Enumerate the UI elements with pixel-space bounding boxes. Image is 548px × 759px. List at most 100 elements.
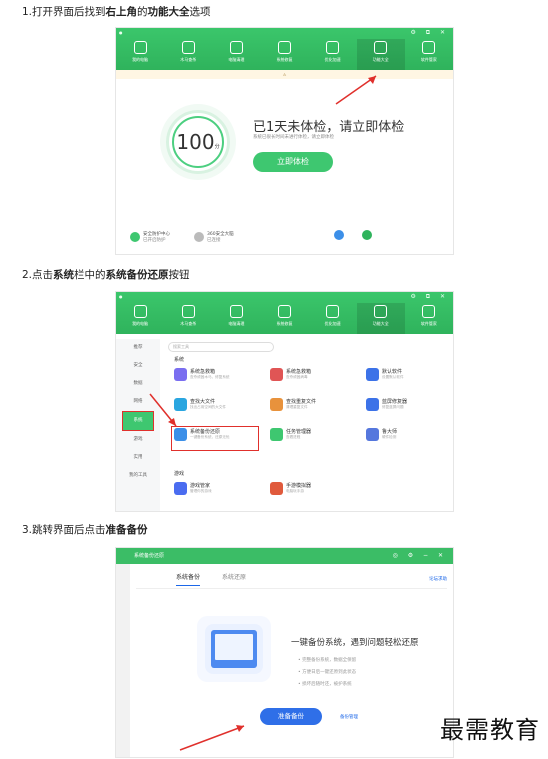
category-sidebar: 推荐 安全 数据 网络 系统 游戏 实用 我的工具: [116, 339, 160, 511]
toolbar-tab-5[interactable]: 功能大全: [356, 303, 405, 334]
toolbar-tab-4[interactable]: 优化加速: [309, 303, 357, 334]
sidebar-item-2[interactable]: 数据: [116, 375, 160, 393]
watermark: 最需教育: [440, 716, 540, 744]
toolbar-tab-0[interactable]: 我的电脑: [116, 39, 164, 70]
app-logo: ●: [119, 30, 123, 35]
notice-bar: ⚠: [116, 70, 453, 79]
tool-item-2[interactable]: 默认软件 设置默认软件: [366, 368, 450, 388]
window-controls[interactable]: ⚙ ⧉ ✕: [410, 293, 449, 301]
score-unit: 分: [214, 143, 220, 150]
game-icon: [174, 482, 187, 495]
tab-backup[interactable]: 系统备份: [176, 572, 201, 586]
tool-item-4[interactable]: 查找重复文件 清理重复文件: [270, 398, 354, 418]
toolbar-label: 木马查杀: [180, 321, 197, 326]
tool-item-1[interactable]: 系统急救箱 查杀顽固病毒: [270, 368, 354, 388]
checkup-headline: 已1天未体检，请立即体检: [253, 120, 405, 135]
toolbar-label: 系统修复: [276, 57, 293, 62]
backup-headline: 一键备份系统，遇到问题轻松还原: [291, 638, 419, 648]
tool-icon-b[interactable]: [362, 230, 372, 240]
tool-icon-a[interactable]: [334, 230, 344, 240]
bullet-2: • 方便日后一键还原到此状态: [298, 670, 357, 675]
screenshot-home: ● ⚙ ⧉ ✕ 我的电脑 木马查杀 电脑清理 系统修复 优化加速 功能大全 软件管家 ⚠ 10…: [116, 28, 453, 254]
toolbar-tab-5[interactable]: 功能大全: [356, 39, 405, 70]
screenshot-backup-window: 系统备份还原 ◎ ⚙ − ✕ 系统备份 系统还原 论坛求助 一键备份系统，遇到问题轻…: [116, 548, 453, 757]
tool-icon: [270, 368, 283, 381]
toolbar-icon: [181, 41, 195, 54]
toolbar-icon: [277, 305, 291, 318]
toolbar-label: 功能大全: [372, 57, 389, 62]
toolbar-tab-1[interactable]: 木马查杀: [164, 39, 212, 70]
tool-item-0[interactable]: 系统急救箱 查杀顽固木马，修复系统: [174, 368, 258, 388]
step-1-caption: 1.打开界面后找到右上角的功能大全选项: [22, 6, 211, 18]
help-link[interactable]: 论坛求助: [429, 576, 447, 582]
step-2-caption: 2.点击系统栏中的系统备份还原按钮: [22, 269, 190, 281]
score-ring: 100 分: [166, 110, 230, 174]
toolbar-label: 电脑清理: [228, 57, 245, 62]
window-title: 系统备份还原: [134, 553, 165, 559]
top-toolbar: ● ⚙ ⧉ ✕ 我的电脑 木马查杀 电脑清理 系统修复 优化加速 功能大全 软件管家: [116, 292, 453, 334]
bullet-3: • 损坏后随时还，被护系统: [298, 682, 352, 687]
sidebar-item-6[interactable]: 实用: [116, 449, 160, 467]
toolbar-tab-3[interactable]: 系统修复: [260, 303, 308, 334]
left-strip: [116, 564, 130, 757]
window-controls[interactable]: ⚙ ⧉ ✕: [410, 29, 449, 37]
feature-brain[interactable]: 360安全大脑 已连接: [194, 231, 234, 243]
toolbar-label: 优化加速: [324, 57, 341, 62]
toolbar-label: 电脑清理: [228, 321, 245, 326]
tool-search-input[interactable]: 搜索工具: [168, 342, 274, 352]
toolbar-label: 软件管家: [420, 57, 437, 62]
tab-restore[interactable]: 系统还原: [222, 572, 246, 581]
toolbar-label: 木马查杀: [180, 57, 197, 62]
toolbar-tab-1[interactable]: 木马查杀: [164, 303, 212, 334]
backup-manage-link[interactable]: 备份管理: [340, 714, 358, 720]
toolbar-tab-6[interactable]: 软件管家: [405, 39, 453, 70]
toolbar-tab-0[interactable]: 我的电脑: [116, 303, 164, 334]
toolbar-tab-2[interactable]: 电脑清理: [212, 39, 260, 70]
toolbar-icon: [374, 41, 388, 54]
toolbar-tab-3[interactable]: 系统修复: [260, 39, 308, 70]
toolbar-icon: [277, 41, 291, 54]
tool-icon: [174, 398, 187, 411]
prepare-backup-button[interactable]: 准备备份: [260, 708, 322, 725]
step-3-caption: 3.跳转界面后点击准备备份: [22, 524, 148, 536]
tool-item-7[interactable]: 任务管理器 查看进程: [270, 428, 354, 448]
toolbar-tab-2[interactable]: 电脑清理: [212, 303, 260, 334]
shield-icon: [130, 232, 140, 242]
sidebar-item-7[interactable]: 我的工具: [116, 467, 160, 485]
toolbar-icon: [229, 41, 243, 54]
tool-item-8[interactable]: 鲁大师 硬件检测: [366, 428, 450, 448]
tool-item-5[interactable]: 蓝屏修复器 修复蓝屏问题: [366, 398, 450, 418]
toolbar-icon: [374, 305, 388, 318]
category-game: 游戏: [174, 471, 185, 477]
category-system: 系统: [174, 357, 185, 363]
game-item-0[interactable]: 游戏管家 管理你的游戏: [174, 482, 258, 502]
toolbar-tab-4[interactable]: 优化加速: [309, 39, 357, 70]
toolbar-icon: [133, 305, 147, 318]
toolbar-icon: [229, 305, 243, 318]
toolbar-tab-6[interactable]: 软件管家: [405, 303, 453, 334]
sidebar-item-3[interactable]: 网络: [116, 393, 160, 411]
app-logo: ●: [119, 294, 123, 299]
tool-item-3[interactable]: 查找大文件 找出占用空间的大文件: [174, 398, 258, 418]
feature-protect[interactable]: 安全防护中心 已开启防护: [130, 231, 170, 243]
sidebar-item-0[interactable]: 推荐: [116, 339, 160, 357]
sidebar-item-5[interactable]: 游戏: [116, 431, 160, 449]
score-value: 100: [176, 130, 215, 154]
sidebar-item-4[interactable]: 系统: [122, 411, 154, 431]
toolbar-label: 我的电脑: [132, 321, 149, 326]
pointer-arrow: [179, 725, 245, 751]
toolbar-icon: [326, 41, 340, 54]
brain-icon: [194, 232, 204, 242]
toolbar-label: 软件管家: [420, 321, 437, 326]
bullet-1: • 完整备份系统，数据全保留: [298, 658, 357, 663]
start-checkup-button[interactable]: 立即体检: [253, 152, 333, 172]
checkup-subline: 系统已很长时间未进行体检，请立即体检: [253, 135, 334, 140]
top-toolbar: ● ⚙ ⧉ ✕ 我的电脑 木马查杀 电脑清理 系统修复 优化加速 功能大全 软件管家: [116, 28, 453, 70]
game-item-1[interactable]: 手游模拟器 电脑玩手游: [270, 482, 354, 502]
tool-icon: [366, 428, 379, 441]
sidebar-item-1[interactable]: 安全: [116, 357, 160, 375]
tool-icon: [270, 398, 283, 411]
toolbar-icon: [422, 41, 436, 54]
toolbar-label: 我的电脑: [132, 57, 149, 62]
window-controls[interactable]: ◎ ⚙ − ✕: [393, 548, 447, 564]
